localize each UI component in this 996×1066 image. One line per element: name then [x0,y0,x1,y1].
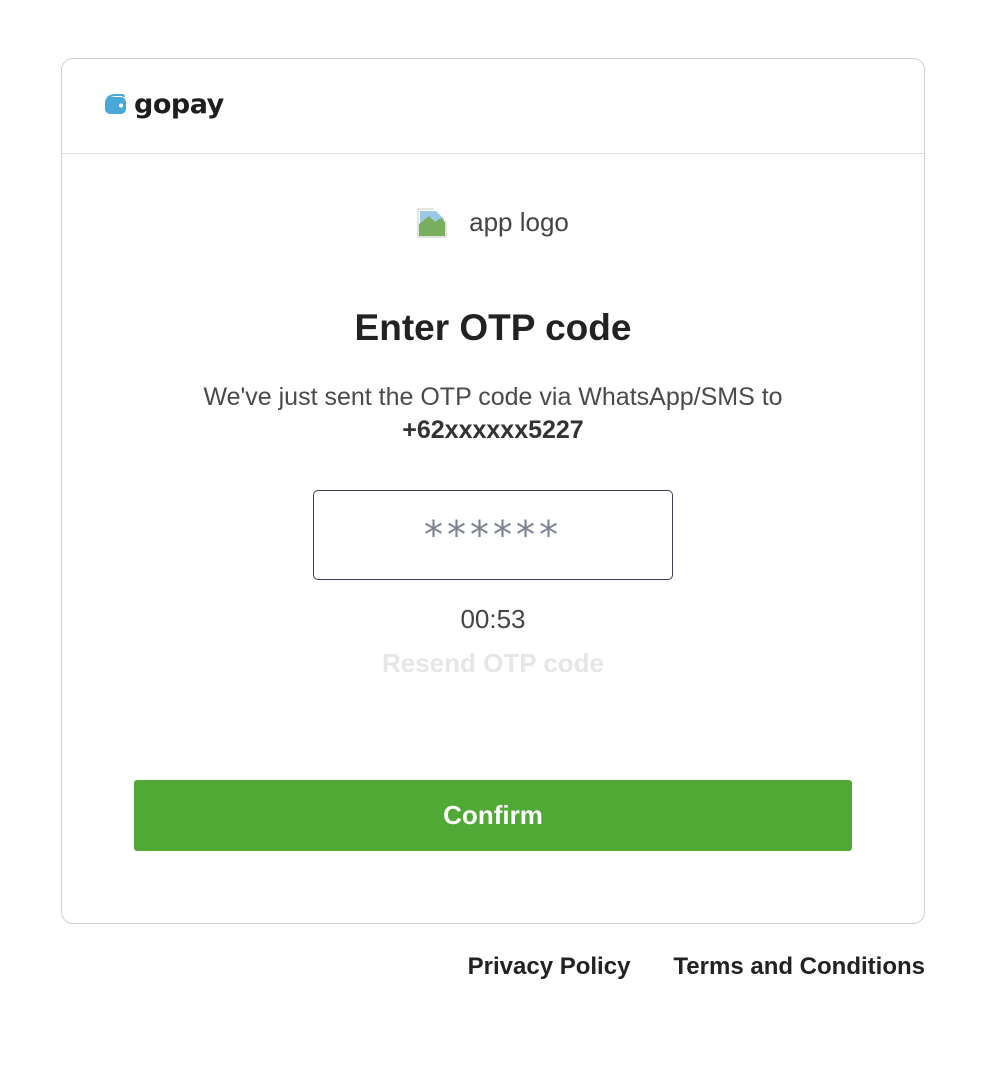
app-logo: app logo [62,207,924,238]
gopay-logo: gopay [104,89,224,121]
app-logo-alt-text: app logo [469,207,569,237]
terms-conditions-link[interactable]: Terms and Conditions [673,953,925,981]
otp-card: gopay app logo Enter OTP code We've just… [61,58,925,924]
page-title: Enter OTP code [354,307,632,348]
confirm-button[interactable]: Confirm [134,780,852,851]
phone-number: +62xxxxxx5227 [402,416,584,444]
card-header: gopay [62,59,924,154]
wallet-icon [105,94,126,114]
otp-input[interactable] [313,490,673,580]
footer-links: Privacy Policy Terms and Conditions [468,953,925,981]
brand-name: gopay [134,89,224,120]
broken-image-icon [417,207,448,237]
privacy-policy-link[interactable]: Privacy Policy [468,953,631,981]
countdown-timer: 00:53 [460,604,526,634]
otp-message-text: We've just sent the OTP code via WhatsAp… [203,383,783,411]
otp-message: We've just sent the OTP code via WhatsAp… [62,381,924,447]
resend-otp-link[interactable]: Resend OTP code [62,648,924,679]
